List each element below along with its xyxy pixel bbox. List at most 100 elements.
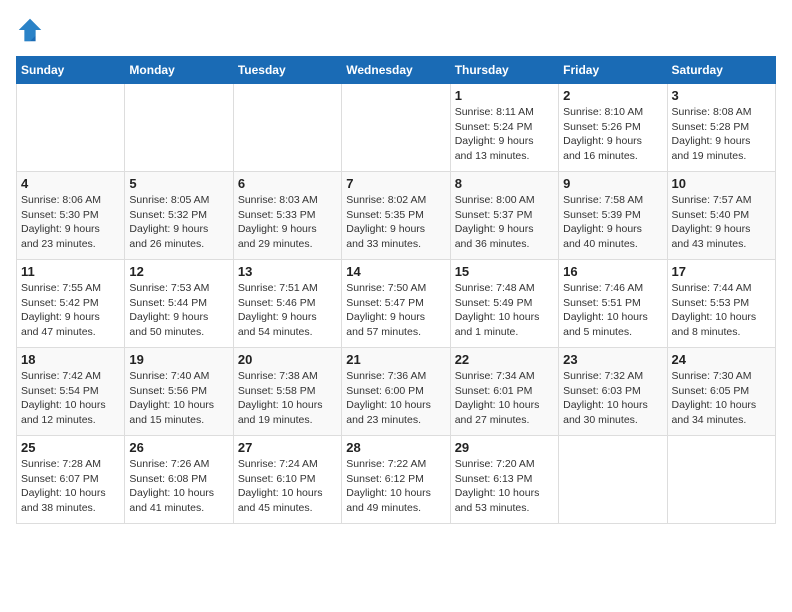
day-info: Sunrise: 8:11 AM Sunset: 5:24 PM Dayligh…: [455, 105, 554, 164]
calendar-cell: [667, 436, 775, 524]
day-number: 9: [563, 176, 662, 191]
day-info: Sunrise: 7:51 AM Sunset: 5:46 PM Dayligh…: [238, 281, 337, 340]
calendar-cell: 23 Sunrise: 7:32 AM Sunset: 6:03 PM Dayli…: [559, 348, 667, 436]
calendar-cell: 1Sunrise: 8:11 AM Sunset: 5:24 PM Daylig…: [450, 84, 558, 172]
calendar-cell: 17 Sunrise: 7:44 AM Sunset: 5:53 PM Dayli…: [667, 260, 775, 348]
weekday-header-friday: Friday: [559, 57, 667, 84]
day-info: Sunrise: 7:48 AM Sunset: 5:49 PM Dayligh…: [455, 281, 554, 340]
calendar-cell: 20 Sunrise: 7:38 AM Sunset: 5:58 PM Dayli…: [233, 348, 341, 436]
calendar-cell: 25 Sunrise: 7:28 AM Sunset: 6:07 PM Dayli…: [17, 436, 125, 524]
calendar-cell: [17, 84, 125, 172]
calendar-cell: 3 Sunrise: 8:08 AM Sunset: 5:28 PM Daylig…: [667, 84, 775, 172]
weekday-header-sunday: Sunday: [17, 57, 125, 84]
weekday-header-monday: Monday: [125, 57, 233, 84]
day-info: Sunrise: 7:30 AM Sunset: 6:05 PM Dayligh…: [672, 369, 771, 428]
calendar-cell: 11 Sunrise: 7:55 AM Sunset: 5:42 PM Dayli…: [17, 260, 125, 348]
day-info: Sunrise: 7:57 AM Sunset: 5:40 PM Dayligh…: [672, 193, 771, 252]
calendar-cell: 26Sunrise: 7:26 AM Sunset: 6:08 PM Dayli…: [125, 436, 233, 524]
day-info: Sunrise: 8:10 AM Sunset: 5:26 PM Dayligh…: [563, 105, 662, 164]
calendar-cell: 21 Sunrise: 7:36 AM Sunset: 6:00 PM Dayli…: [342, 348, 450, 436]
calendar-week-3: 11 Sunrise: 7:55 AM Sunset: 5:42 PM Dayli…: [17, 260, 776, 348]
day-number: 20: [238, 352, 337, 367]
calendar-cell: 5 Sunrise: 8:05 AM Sunset: 5:32 PM Daylig…: [125, 172, 233, 260]
day-number: 28: [346, 440, 445, 455]
calendar-cell: 6Sunrise: 8:03 AM Sunset: 5:33 PM Daylig…: [233, 172, 341, 260]
calendar-cell: 19 Sunrise: 7:40 AM Sunset: 5:56 PM Dayli…: [125, 348, 233, 436]
day-info: Sunrise: 7:50 AM Sunset: 5:47 PM Dayligh…: [346, 281, 445, 340]
day-info: Sunrise: 7:38 AM Sunset: 5:58 PM Dayligh…: [238, 369, 337, 428]
calendar-body: 1Sunrise: 8:11 AM Sunset: 5:24 PM Daylig…: [17, 84, 776, 524]
logo-icon: [16, 16, 44, 44]
day-number: 7: [346, 176, 445, 191]
page-header: [16, 16, 776, 44]
weekday-header-thursday: Thursday: [450, 57, 558, 84]
day-number: 14: [346, 264, 445, 279]
day-number: 22: [455, 352, 554, 367]
day-number: 24: [672, 352, 771, 367]
calendar-cell: 14 Sunrise: 7:50 AM Sunset: 5:47 PM Dayli…: [342, 260, 450, 348]
calendar-cell: 18 Sunrise: 7:42 AM Sunset: 5:54 PM Dayli…: [17, 348, 125, 436]
weekday-header-saturday: Saturday: [667, 57, 775, 84]
day-number: 16: [563, 264, 662, 279]
day-info: Sunrise: 7:44 AM Sunset: 5:53 PM Dayligh…: [672, 281, 771, 340]
calendar-cell: 16Sunrise: 7:46 AM Sunset: 5:51 PM Dayli…: [559, 260, 667, 348]
day-info: Sunrise: 7:34 AM Sunset: 6:01 PM Dayligh…: [455, 369, 554, 428]
day-number: 18: [21, 352, 120, 367]
calendar-cell: 24 Sunrise: 7:30 AM Sunset: 6:05 PM Dayli…: [667, 348, 775, 436]
day-number: 19: [129, 352, 228, 367]
calendar-cell: 15 Sunrise: 7:48 AM Sunset: 5:49 PM Dayli…: [450, 260, 558, 348]
calendar-cell: 4 Sunrise: 8:06 AM Sunset: 5:30 PM Daylig…: [17, 172, 125, 260]
day-number: 27: [238, 440, 337, 455]
day-info: Sunrise: 8:00 AM Sunset: 5:37 PM Dayligh…: [455, 193, 554, 252]
day-number: 23: [563, 352, 662, 367]
day-number: 12: [129, 264, 228, 279]
day-number: 3: [672, 88, 771, 103]
day-number: 13: [238, 264, 337, 279]
calendar-cell: 12 Sunrise: 7:53 AM Sunset: 5:44 PM Dayli…: [125, 260, 233, 348]
calendar-cell: 22 Sunrise: 7:34 AM Sunset: 6:01 PM Dayli…: [450, 348, 558, 436]
calendar-cell: 2 Sunrise: 8:10 AM Sunset: 5:26 PM Daylig…: [559, 84, 667, 172]
weekday-header-tuesday: Tuesday: [233, 57, 341, 84]
day-info: Sunrise: 7:55 AM Sunset: 5:42 PM Dayligh…: [21, 281, 120, 340]
calendar-cell: [125, 84, 233, 172]
weekday-header-wednesday: Wednesday: [342, 57, 450, 84]
day-info: Sunrise: 7:42 AM Sunset: 5:54 PM Dayligh…: [21, 369, 120, 428]
day-number: 29: [455, 440, 554, 455]
day-number: 21: [346, 352, 445, 367]
day-info: Sunrise: 7:36 AM Sunset: 6:00 PM Dayligh…: [346, 369, 445, 428]
day-info: Sunrise: 7:28 AM Sunset: 6:07 PM Dayligh…: [21, 457, 120, 516]
day-info: Sunrise: 8:02 AM Sunset: 5:35 PM Dayligh…: [346, 193, 445, 252]
calendar-cell: 27 Sunrise: 7:24 AM Sunset: 6:10 PM Dayli…: [233, 436, 341, 524]
day-number: 26: [129, 440, 228, 455]
day-number: 15: [455, 264, 554, 279]
day-info: Sunrise: 8:08 AM Sunset: 5:28 PM Dayligh…: [672, 105, 771, 164]
day-number: 17: [672, 264, 771, 279]
day-info: Sunrise: 8:06 AM Sunset: 5:30 PM Dayligh…: [21, 193, 120, 252]
calendar-header: SundayMondayTuesdayWednesdayThursdayFrid…: [17, 57, 776, 84]
day-number: 2: [563, 88, 662, 103]
calendar-week-4: 18 Sunrise: 7:42 AM Sunset: 5:54 PM Dayli…: [17, 348, 776, 436]
day-number: 8: [455, 176, 554, 191]
calendar-cell: [342, 84, 450, 172]
day-info: Sunrise: 8:05 AM Sunset: 5:32 PM Dayligh…: [129, 193, 228, 252]
day-info: Sunrise: 7:58 AM Sunset: 5:39 PM Dayligh…: [563, 193, 662, 252]
day-number: 4: [21, 176, 120, 191]
calendar-cell: 29 Sunrise: 7:20 AM Sunset: 6:13 PM Dayli…: [450, 436, 558, 524]
calendar-cell: 10 Sunrise: 7:57 AM Sunset: 5:40 PM Dayli…: [667, 172, 775, 260]
day-number: 11: [21, 264, 120, 279]
day-info: Sunrise: 7:32 AM Sunset: 6:03 PM Dayligh…: [563, 369, 662, 428]
day-info: Sunrise: 7:20 AM Sunset: 6:13 PM Dayligh…: [455, 457, 554, 516]
calendar-week-2: 4 Sunrise: 8:06 AM Sunset: 5:30 PM Daylig…: [17, 172, 776, 260]
day-number: 25: [21, 440, 120, 455]
day-number: 5: [129, 176, 228, 191]
calendar-cell: 13 Sunrise: 7:51 AM Sunset: 5:46 PM Dayli…: [233, 260, 341, 348]
day-number: 10: [672, 176, 771, 191]
calendar-table: SundayMondayTuesdayWednesdayThursdayFrid…: [16, 56, 776, 524]
calendar-cell: 28Sunrise: 7:22 AM Sunset: 6:12 PM Dayli…: [342, 436, 450, 524]
day-info: Sunrise: 7:53 AM Sunset: 5:44 PM Dayligh…: [129, 281, 228, 340]
day-info: Sunrise: 7:24 AM Sunset: 6:10 PM Dayligh…: [238, 457, 337, 516]
calendar-cell: 8 Sunrise: 8:00 AM Sunset: 5:37 PM Daylig…: [450, 172, 558, 260]
calendar-week-1: 1Sunrise: 8:11 AM Sunset: 5:24 PM Daylig…: [17, 84, 776, 172]
calendar-week-5: 25 Sunrise: 7:28 AM Sunset: 6:07 PM Dayli…: [17, 436, 776, 524]
day-info: Sunrise: 7:40 AM Sunset: 5:56 PM Dayligh…: [129, 369, 228, 428]
